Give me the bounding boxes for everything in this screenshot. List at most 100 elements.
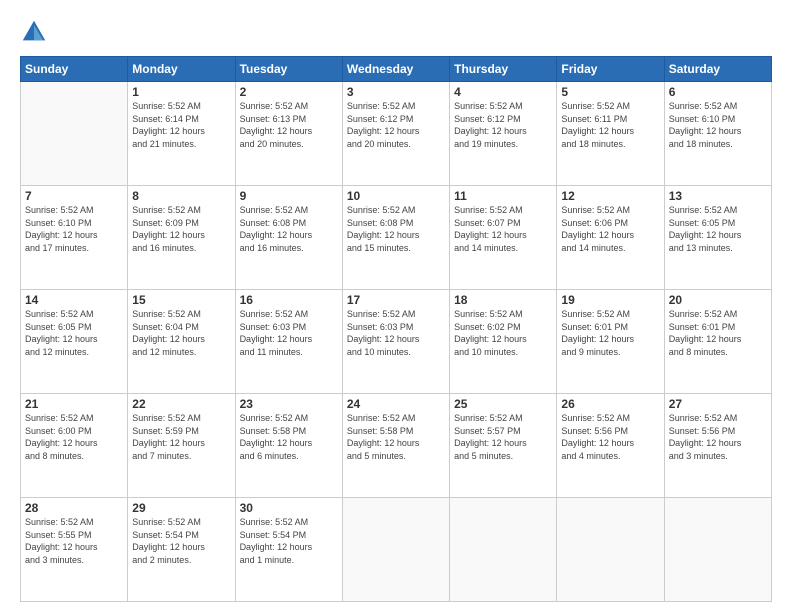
day-info: Sunrise: 5:52 AM Sunset: 6:03 PM Dayligh… <box>240 308 338 358</box>
day-number: 30 <box>240 501 338 515</box>
calendar-cell: 19Sunrise: 5:52 AM Sunset: 6:01 PM Dayli… <box>557 290 664 394</box>
day-number: 2 <box>240 85 338 99</box>
day-number: 7 <box>25 189 123 203</box>
day-info: Sunrise: 5:52 AM Sunset: 6:03 PM Dayligh… <box>347 308 445 358</box>
calendar-cell: 27Sunrise: 5:52 AM Sunset: 5:56 PM Dayli… <box>664 394 771 498</box>
calendar-cell: 16Sunrise: 5:52 AM Sunset: 6:03 PM Dayli… <box>235 290 342 394</box>
day-info: Sunrise: 5:52 AM Sunset: 6:08 PM Dayligh… <box>240 204 338 254</box>
calendar-cell: 25Sunrise: 5:52 AM Sunset: 5:57 PM Dayli… <box>450 394 557 498</box>
calendar-cell: 28Sunrise: 5:52 AM Sunset: 5:55 PM Dayli… <box>21 498 128 602</box>
day-number: 14 <box>25 293 123 307</box>
calendar-cell: 8Sunrise: 5:52 AM Sunset: 6:09 PM Daylig… <box>128 186 235 290</box>
calendar-cell: 30Sunrise: 5:52 AM Sunset: 5:54 PM Dayli… <box>235 498 342 602</box>
day-info: Sunrise: 5:52 AM Sunset: 6:00 PM Dayligh… <box>25 412 123 462</box>
day-info: Sunrise: 5:52 AM Sunset: 5:54 PM Dayligh… <box>240 516 338 566</box>
day-info: Sunrise: 5:52 AM Sunset: 5:58 PM Dayligh… <box>347 412 445 462</box>
calendar-cell: 26Sunrise: 5:52 AM Sunset: 5:56 PM Dayli… <box>557 394 664 498</box>
page: SundayMondayTuesdayWednesdayThursdayFrid… <box>0 0 792 612</box>
day-info: Sunrise: 5:52 AM Sunset: 5:55 PM Dayligh… <box>25 516 123 566</box>
day-number: 4 <box>454 85 552 99</box>
day-number: 11 <box>454 189 552 203</box>
weekday-header-monday: Monday <box>128 57 235 82</box>
logo <box>20 18 52 46</box>
calendar-cell: 7Sunrise: 5:52 AM Sunset: 6:10 PM Daylig… <box>21 186 128 290</box>
calendar-cell <box>557 498 664 602</box>
calendar-cell <box>664 498 771 602</box>
day-info: Sunrise: 5:52 AM Sunset: 6:01 PM Dayligh… <box>669 308 767 358</box>
day-number: 1 <box>132 85 230 99</box>
day-number: 21 <box>25 397 123 411</box>
week-row-4: 21Sunrise: 5:52 AM Sunset: 6:00 PM Dayli… <box>21 394 772 498</box>
calendar-cell: 23Sunrise: 5:52 AM Sunset: 5:58 PM Dayli… <box>235 394 342 498</box>
day-number: 8 <box>132 189 230 203</box>
day-info: Sunrise: 5:52 AM Sunset: 6:12 PM Dayligh… <box>347 100 445 150</box>
day-number: 28 <box>25 501 123 515</box>
day-info: Sunrise: 5:52 AM Sunset: 6:06 PM Dayligh… <box>561 204 659 254</box>
calendar-cell: 3Sunrise: 5:52 AM Sunset: 6:12 PM Daylig… <box>342 82 449 186</box>
calendar-cell: 21Sunrise: 5:52 AM Sunset: 6:00 PM Dayli… <box>21 394 128 498</box>
day-info: Sunrise: 5:52 AM Sunset: 5:59 PM Dayligh… <box>132 412 230 462</box>
day-info: Sunrise: 5:52 AM Sunset: 6:05 PM Dayligh… <box>25 308 123 358</box>
header <box>20 18 772 46</box>
day-number: 19 <box>561 293 659 307</box>
day-info: Sunrise: 5:52 AM Sunset: 5:54 PM Dayligh… <box>132 516 230 566</box>
weekday-header-friday: Friday <box>557 57 664 82</box>
day-number: 6 <box>669 85 767 99</box>
calendar-cell: 15Sunrise: 5:52 AM Sunset: 6:04 PM Dayli… <box>128 290 235 394</box>
day-info: Sunrise: 5:52 AM Sunset: 6:05 PM Dayligh… <box>669 204 767 254</box>
calendar-cell: 11Sunrise: 5:52 AM Sunset: 6:07 PM Dayli… <box>450 186 557 290</box>
day-number: 9 <box>240 189 338 203</box>
day-info: Sunrise: 5:52 AM Sunset: 6:04 PM Dayligh… <box>132 308 230 358</box>
week-row-5: 28Sunrise: 5:52 AM Sunset: 5:55 PM Dayli… <box>21 498 772 602</box>
weekday-header-wednesday: Wednesday <box>342 57 449 82</box>
day-number: 18 <box>454 293 552 307</box>
day-info: Sunrise: 5:52 AM Sunset: 6:08 PM Dayligh… <box>347 204 445 254</box>
day-number: 17 <box>347 293 445 307</box>
calendar-cell: 5Sunrise: 5:52 AM Sunset: 6:11 PM Daylig… <box>557 82 664 186</box>
week-row-3: 14Sunrise: 5:52 AM Sunset: 6:05 PM Dayli… <box>21 290 772 394</box>
calendar-cell: 1Sunrise: 5:52 AM Sunset: 6:14 PM Daylig… <box>128 82 235 186</box>
weekday-header-row: SundayMondayTuesdayWednesdayThursdayFrid… <box>21 57 772 82</box>
week-row-1: 1Sunrise: 5:52 AM Sunset: 6:14 PM Daylig… <box>21 82 772 186</box>
week-row-2: 7Sunrise: 5:52 AM Sunset: 6:10 PM Daylig… <box>21 186 772 290</box>
calendar-cell: 10Sunrise: 5:52 AM Sunset: 6:08 PM Dayli… <box>342 186 449 290</box>
day-info: Sunrise: 5:52 AM Sunset: 6:07 PM Dayligh… <box>454 204 552 254</box>
day-number: 23 <box>240 397 338 411</box>
calendar-cell: 2Sunrise: 5:52 AM Sunset: 6:13 PM Daylig… <box>235 82 342 186</box>
calendar-cell: 17Sunrise: 5:52 AM Sunset: 6:03 PM Dayli… <box>342 290 449 394</box>
calendar-cell: 29Sunrise: 5:52 AM Sunset: 5:54 PM Dayli… <box>128 498 235 602</box>
day-info: Sunrise: 5:52 AM Sunset: 6:01 PM Dayligh… <box>561 308 659 358</box>
day-number: 5 <box>561 85 659 99</box>
weekday-header-sunday: Sunday <box>21 57 128 82</box>
calendar-cell <box>21 82 128 186</box>
day-number: 22 <box>132 397 230 411</box>
day-number: 20 <box>669 293 767 307</box>
calendar-cell: 12Sunrise: 5:52 AM Sunset: 6:06 PM Dayli… <box>557 186 664 290</box>
calendar-cell <box>450 498 557 602</box>
calendar-cell: 4Sunrise: 5:52 AM Sunset: 6:12 PM Daylig… <box>450 82 557 186</box>
calendar-cell: 18Sunrise: 5:52 AM Sunset: 6:02 PM Dayli… <box>450 290 557 394</box>
calendar-cell: 22Sunrise: 5:52 AM Sunset: 5:59 PM Dayli… <box>128 394 235 498</box>
calendar-cell <box>342 498 449 602</box>
day-number: 29 <box>132 501 230 515</box>
day-info: Sunrise: 5:52 AM Sunset: 5:56 PM Dayligh… <box>561 412 659 462</box>
day-info: Sunrise: 5:52 AM Sunset: 6:12 PM Dayligh… <box>454 100 552 150</box>
day-info: Sunrise: 5:52 AM Sunset: 6:10 PM Dayligh… <box>25 204 123 254</box>
day-info: Sunrise: 5:52 AM Sunset: 6:09 PM Dayligh… <box>132 204 230 254</box>
calendar-cell: 20Sunrise: 5:52 AM Sunset: 6:01 PM Dayli… <box>664 290 771 394</box>
calendar-cell: 13Sunrise: 5:52 AM Sunset: 6:05 PM Dayli… <box>664 186 771 290</box>
calendar-cell: 6Sunrise: 5:52 AM Sunset: 6:10 PM Daylig… <box>664 82 771 186</box>
day-info: Sunrise: 5:52 AM Sunset: 6:13 PM Dayligh… <box>240 100 338 150</box>
day-info: Sunrise: 5:52 AM Sunset: 6:10 PM Dayligh… <box>669 100 767 150</box>
day-number: 25 <box>454 397 552 411</box>
weekday-header-tuesday: Tuesday <box>235 57 342 82</box>
calendar-cell: 9Sunrise: 5:52 AM Sunset: 6:08 PM Daylig… <box>235 186 342 290</box>
day-number: 13 <box>669 189 767 203</box>
weekday-header-thursday: Thursday <box>450 57 557 82</box>
day-number: 24 <box>347 397 445 411</box>
day-number: 15 <box>132 293 230 307</box>
logo-icon <box>20 18 48 46</box>
day-info: Sunrise: 5:52 AM Sunset: 5:57 PM Dayligh… <box>454 412 552 462</box>
calendar-cell: 24Sunrise: 5:52 AM Sunset: 5:58 PM Dayli… <box>342 394 449 498</box>
day-number: 26 <box>561 397 659 411</box>
